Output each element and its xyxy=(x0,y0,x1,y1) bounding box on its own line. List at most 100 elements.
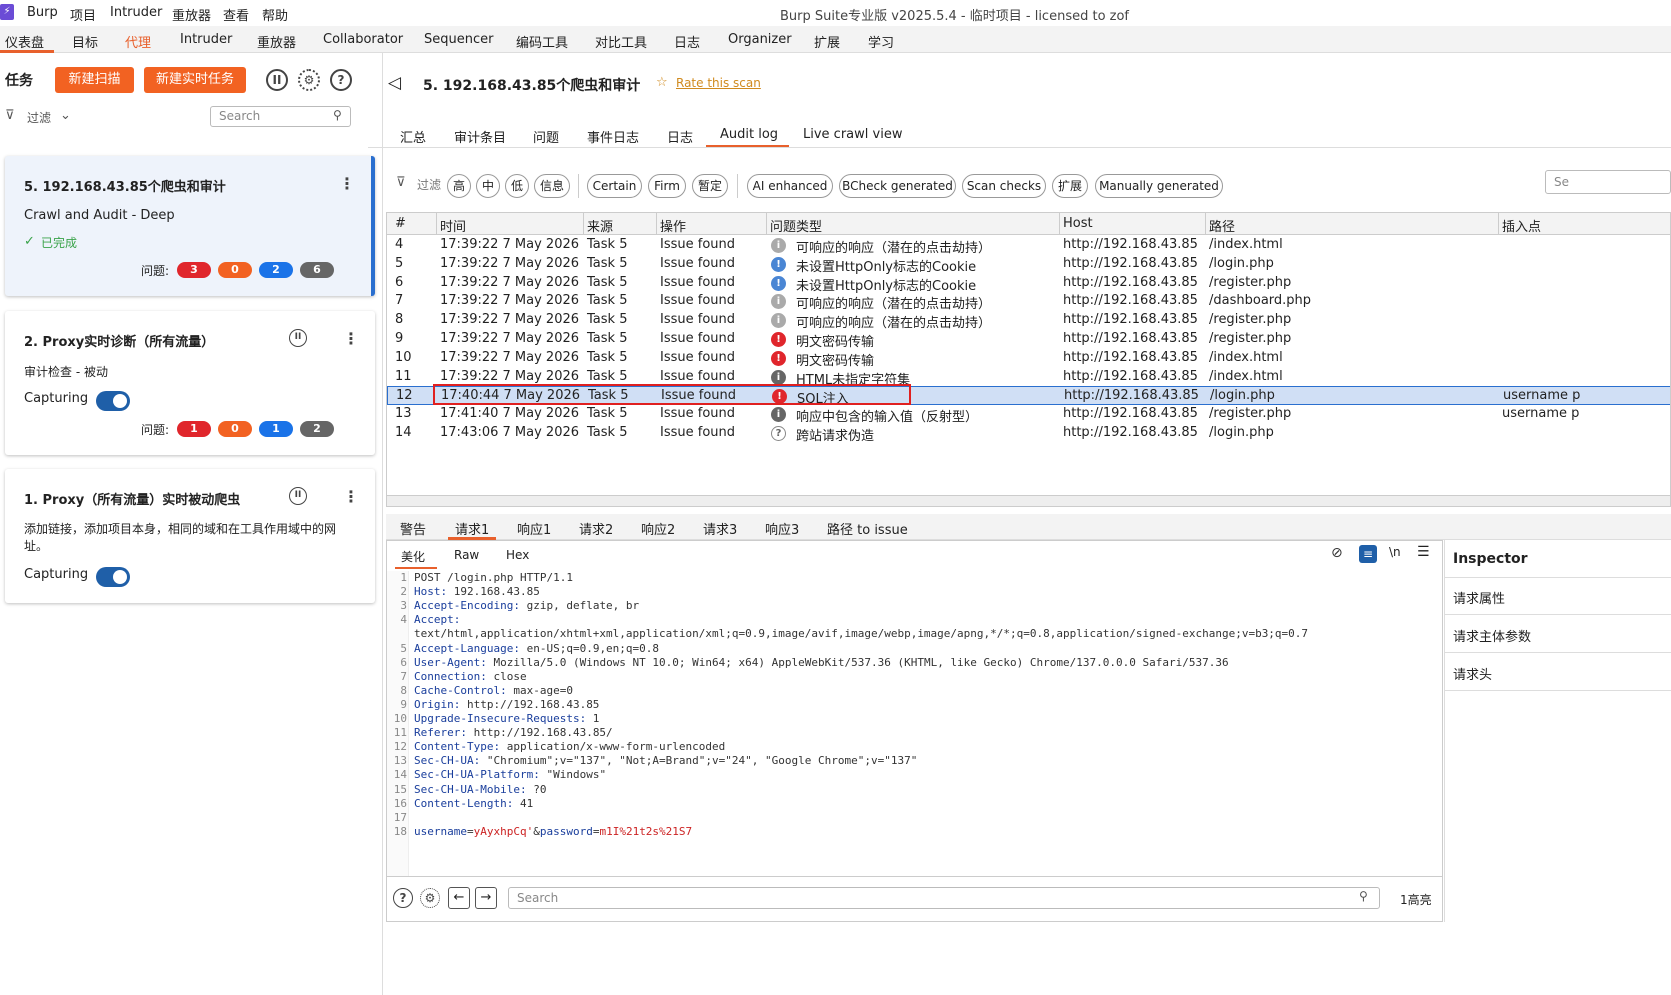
chip-low[interactable]: 低 xyxy=(505,174,529,198)
audit-search-input[interactable]: Se xyxy=(1545,170,1671,194)
rate-scan-link[interactable]: Rate this scan xyxy=(676,76,761,90)
new-live-task-button[interactable]: 新建实时任务 xyxy=(144,67,246,93)
chip-tentative[interactable]: 暂定 xyxy=(692,174,728,198)
table-row[interactable]: 4 17:39:22 7 May 2026 Task 5 Issue found 可响应… xyxy=(387,236,1670,256)
inspector-request-attributes[interactable]: 请求属性 xyxy=(1453,588,1505,607)
menu-intruder[interactable]: Intruder xyxy=(110,5,162,20)
tab-response2[interactable]: 响应2 xyxy=(641,519,675,538)
subtab-audit-items[interactable]: 审计条目 xyxy=(454,127,506,146)
task-card-1[interactable]: 1. Proxy（所有流量）实时被动爬虫 II ⋮ 添加链接，添加项目本身，相同… xyxy=(5,469,375,603)
pause-icon[interactable]: II xyxy=(289,329,307,347)
tab-logger[interactable]: 日志 xyxy=(674,32,700,51)
tab-intruder[interactable]: Intruder xyxy=(180,32,232,47)
col-time[interactable]: 时间 xyxy=(440,216,466,235)
tab-response1[interactable]: 响应1 xyxy=(517,519,551,538)
pause-icon[interactable]: II xyxy=(266,69,288,91)
more-icon[interactable]: ⋮ xyxy=(339,174,355,193)
menu-project[interactable]: 项目 xyxy=(70,5,96,24)
filter-icon[interactable]: ⊽ xyxy=(396,175,406,190)
filter-icon[interactable]: ⊽ xyxy=(5,108,15,123)
subtab-event-log[interactable]: 事件日志 xyxy=(587,127,639,146)
help-icon[interactable]: ? xyxy=(330,69,352,91)
view-raw[interactable]: Raw xyxy=(454,548,479,562)
tab-request3[interactable]: 请求3 xyxy=(703,519,737,538)
more-icon[interactable]: ⋮ xyxy=(343,487,359,506)
prev-icon[interactable]: ← xyxy=(448,887,470,909)
chip-extensions[interactable]: 扩展 xyxy=(1052,174,1088,198)
editor-search-input[interactable]: Search xyxy=(508,887,1380,909)
tab-comparer[interactable]: 对比工具 xyxy=(595,32,647,51)
tab-request1[interactable]: 请求1 xyxy=(455,519,489,538)
col-id[interactable]: # xyxy=(395,216,406,231)
subtab-logger[interactable]: 日志 xyxy=(667,127,693,146)
col-action[interactable]: 操作 xyxy=(660,216,686,235)
help-icon[interactable]: ? xyxy=(393,888,413,908)
hide-icon[interactable]: ⊘ xyxy=(1331,545,1343,561)
tab-request2[interactable]: 请求2 xyxy=(579,519,613,538)
chip-ai-enhanced[interactable]: AI enhanced xyxy=(747,174,833,198)
subtab-issues[interactable]: 问题 xyxy=(533,127,559,146)
filter-label[interactable]: 过滤 xyxy=(27,109,51,126)
chip-info[interactable]: 信息 xyxy=(534,174,570,198)
wrap-icon[interactable]: ≡ xyxy=(1359,545,1377,563)
tab-learn[interactable]: 学习 xyxy=(868,32,894,51)
tab-repeater[interactable]: 重放器 xyxy=(257,32,296,51)
subtab-live-crawl[interactable]: Live crawl view xyxy=(803,127,902,142)
chip-firm[interactable]: Firm xyxy=(648,174,686,198)
gear-icon[interactable]: ⚙ xyxy=(298,69,320,91)
table-row[interactable]: 7 17:39:22 7 May 2026 Task 5 Issue found 可响应… xyxy=(387,292,1670,312)
pause-icon[interactable]: II xyxy=(289,487,307,505)
tab-target[interactable]: 目标 xyxy=(72,32,98,51)
new-scan-button[interactable]: 新建扫描 xyxy=(55,67,134,93)
star-icon[interactable]: ☆ xyxy=(656,75,668,90)
tab-dashboard[interactable]: 仪表盘 xyxy=(5,32,44,51)
tab-organizer[interactable]: Organizer xyxy=(728,32,792,47)
task-card-5[interactable]: 5. 192.168.43.85个爬虫和审计 ⋮ Crawl and Audit… xyxy=(5,156,375,296)
tab-sequencer[interactable]: Sequencer xyxy=(424,32,493,47)
capturing-toggle[interactable] xyxy=(96,567,130,587)
chip-bcheck[interactable]: BCheck generated xyxy=(839,174,956,198)
newline-icon[interactable]: \n xyxy=(1389,545,1401,559)
tab-path-to-issue[interactable]: 路径 to issue xyxy=(827,519,908,538)
table-row[interactable]: 8 17:39:22 7 May 2026 Task 5 Issue found 可响应… xyxy=(387,311,1670,331)
table-row[interactable]: 9 17:39:22 7 May 2026 Task 5 Issue found 明文密… xyxy=(387,330,1670,350)
table-row[interactable]: 14 17:43:06 7 May 2026 Task 5 Issue found 跨站… xyxy=(387,424,1670,444)
tab-response3[interactable]: 响应3 xyxy=(765,519,799,538)
subtab-summary[interactable]: 汇总 xyxy=(400,127,426,146)
capturing-toggle[interactable] xyxy=(96,391,130,411)
menu-icon[interactable]: ☰ xyxy=(1417,544,1430,560)
table-row[interactable]: 13 17:41:40 7 May 2026 Task 5 Issue found 响应… xyxy=(387,405,1670,425)
menu-burp[interactable]: Burp xyxy=(27,5,58,20)
chip-scan-checks[interactable]: Scan checks xyxy=(962,174,1046,198)
col-issue-type[interactable]: 问题类型 xyxy=(770,216,822,235)
menu-repeater[interactable]: 重放器 xyxy=(172,5,211,24)
chip-certain[interactable]: Certain xyxy=(587,174,642,198)
menu-view[interactable]: 查看 xyxy=(223,5,249,24)
table-row[interactable]: 6 17:39:22 7 May 2026 Task 5 Issue found 未设置… xyxy=(387,274,1670,294)
request-editor[interactable]: 美化 Raw Hex ⊘ ≡ \n ☰ 1 POST /login.php HTT… xyxy=(386,540,1443,922)
inspector-headers[interactable]: 请求头 xyxy=(1453,664,1492,683)
tab-decoder[interactable]: 编码工具 xyxy=(516,32,568,51)
filter-label[interactable]: 过滤 xyxy=(417,176,441,193)
gear-icon[interactable]: ⚙ xyxy=(420,888,440,908)
view-hex[interactable]: Hex xyxy=(506,548,529,562)
chip-manual[interactable]: Manually generated xyxy=(1095,174,1223,198)
col-path[interactable]: 路径 xyxy=(1209,216,1235,235)
next-icon[interactable]: → xyxy=(475,887,497,909)
chevron-down-icon[interactable]: ⌄ xyxy=(60,108,71,123)
menu-help[interactable]: 帮助 xyxy=(262,5,288,24)
task-card-2[interactable]: 2. Proxy实时诊断（所有流量） II ⋮ 审计检查 - 被动 Captur… xyxy=(5,311,375,455)
inspector-body-params[interactable]: 请求主体参数 xyxy=(1453,626,1531,645)
table-row[interactable]: 10 17:39:22 7 May 2026 Task 5 Issue found 明文… xyxy=(387,349,1670,369)
col-source[interactable]: 来源 xyxy=(587,216,613,235)
table-row[interactable]: 5 17:39:22 7 May 2026 Task 5 Issue found 未设置… xyxy=(387,255,1670,275)
tab-advisory[interactable]: 警告 xyxy=(400,519,426,538)
chip-medium[interactable]: 中 xyxy=(476,174,500,198)
col-host[interactable]: Host xyxy=(1063,216,1093,231)
tab-proxy[interactable]: 代理 xyxy=(125,32,151,51)
more-icon[interactable]: ⋮ xyxy=(343,329,359,348)
horizontal-scrollbar[interactable] xyxy=(387,495,1670,506)
col-insertion-point[interactable]: 插入点 xyxy=(1502,216,1541,235)
chip-high[interactable]: 高 xyxy=(447,174,471,198)
tab-extensions[interactable]: 扩展 xyxy=(814,32,840,51)
